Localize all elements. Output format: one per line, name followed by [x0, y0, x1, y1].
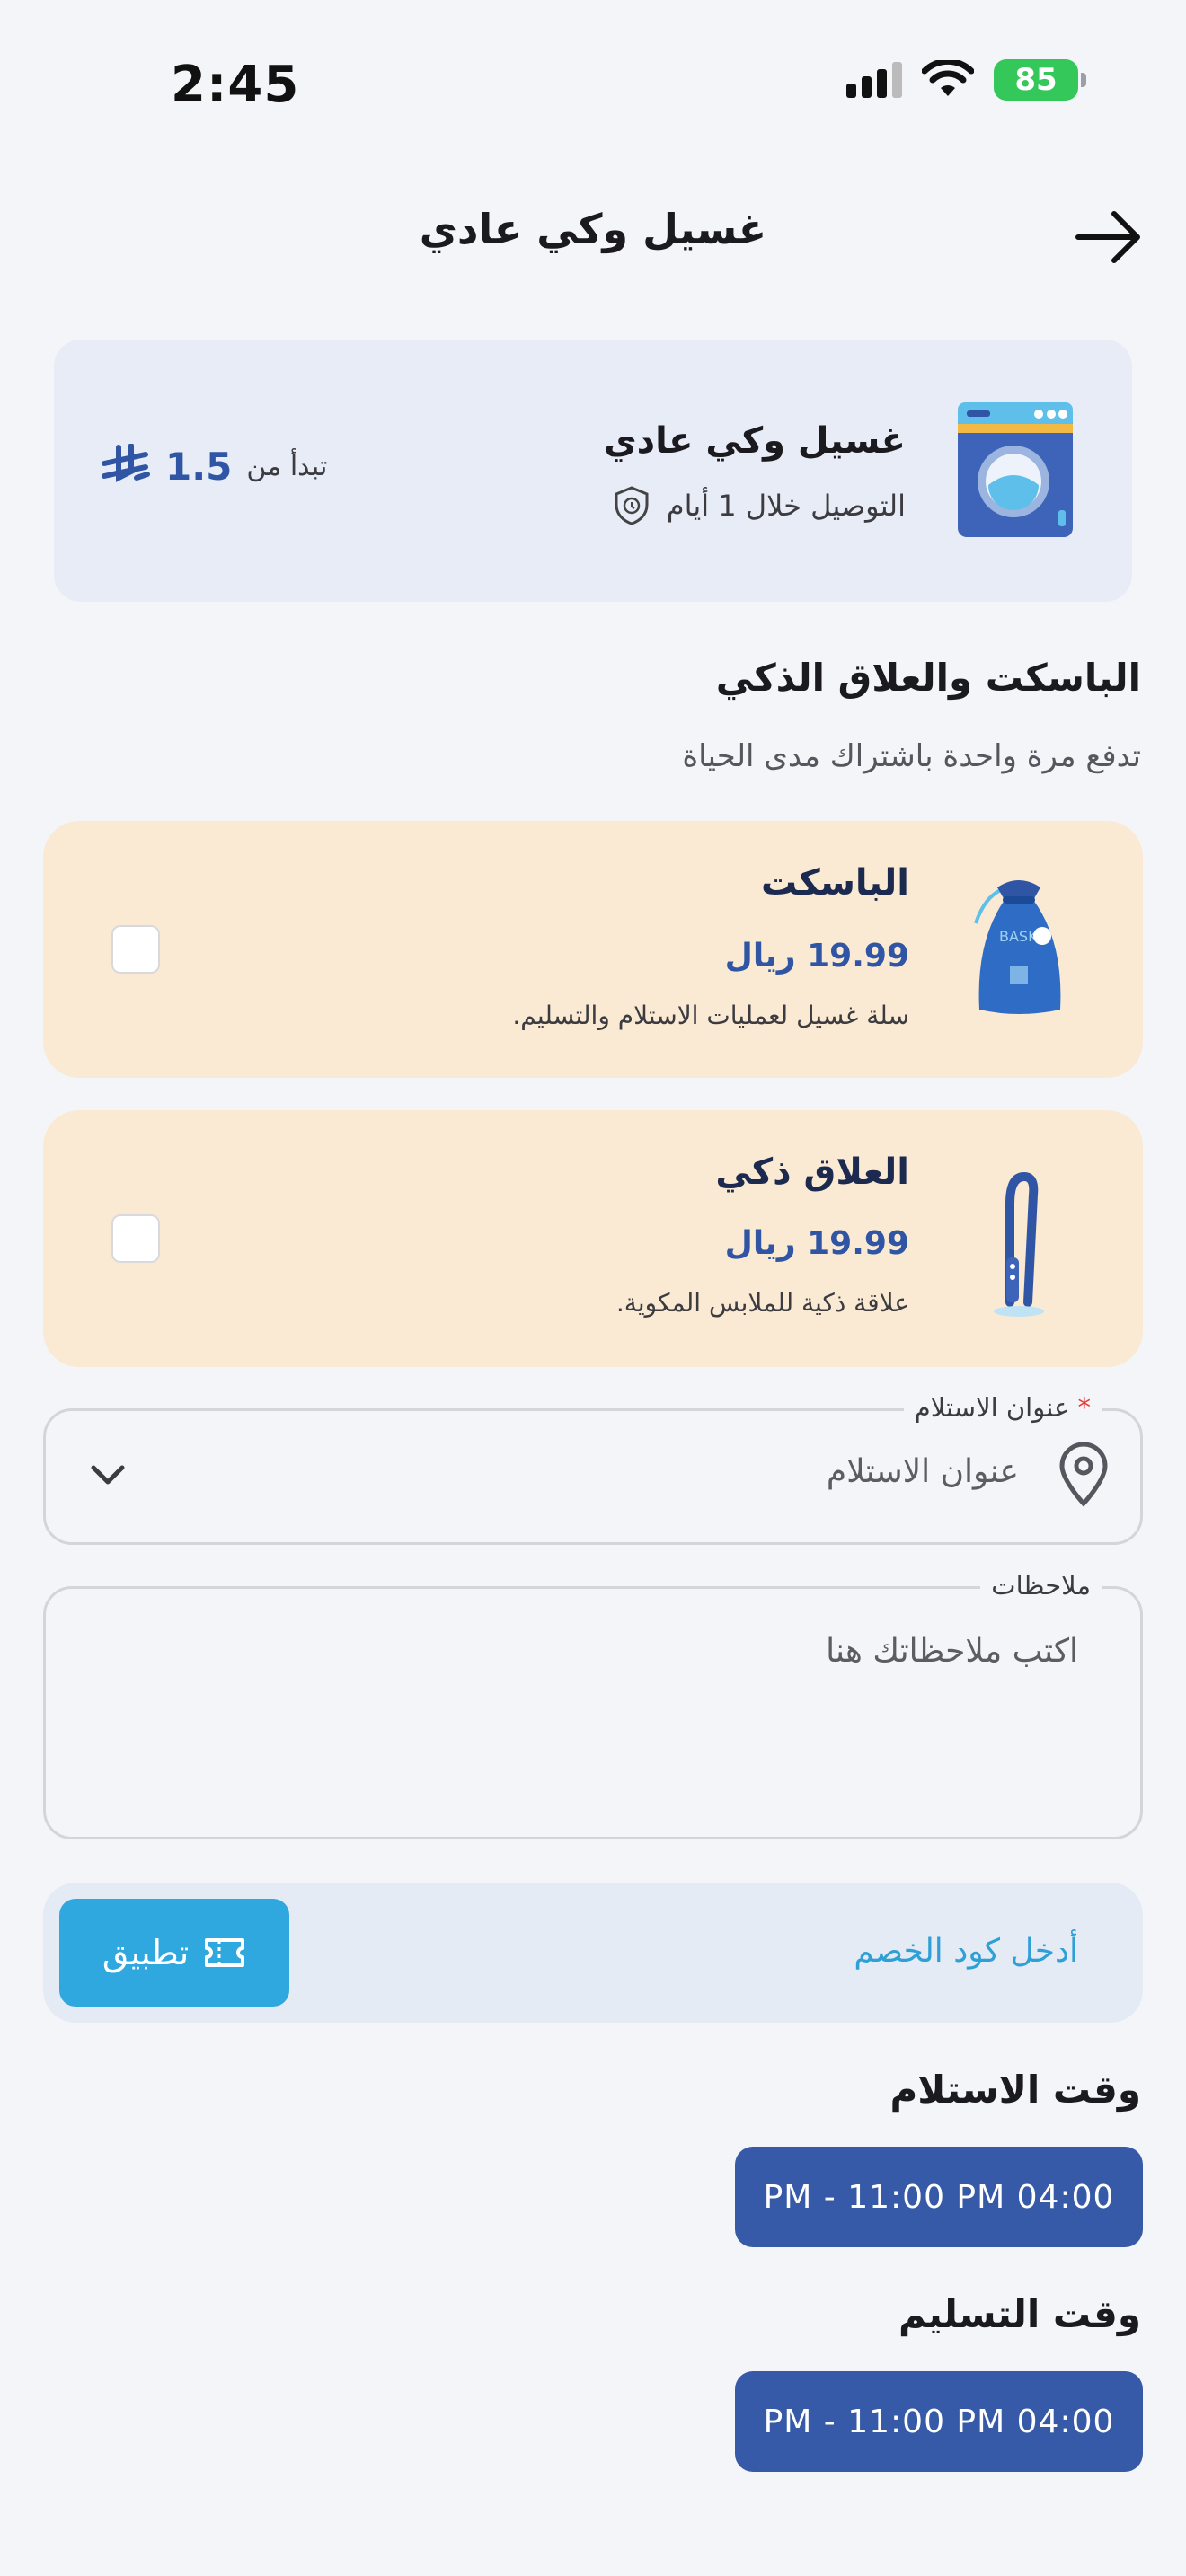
back-arrow-icon[interactable] — [1075, 207, 1143, 268]
product-title: العلاق ذكي — [715, 1151, 909, 1193]
pickup-slot-text: PM - 11:00 PM 04:00 — [763, 2178, 1115, 2216]
apply-discount-button[interactable]: تطبيق — [59, 1899, 289, 2007]
discount-code-input[interactable]: أدخل كود الخصم — [854, 1933, 1078, 1970]
notes-placeholder: اكتب ملاحظاتك هنا — [826, 1633, 1078, 1670]
product-title: الباسكت — [760, 862, 909, 904]
product-price: 19.99 ريال — [724, 1225, 909, 1262]
status-time: 2:45 — [171, 56, 300, 114]
delivery-time-slot[interactable]: PM - 11:00 PM 04:00 — [735, 2371, 1143, 2472]
pickup-time-title: وقت الاستلام — [890, 2068, 1141, 2112]
page-title: غسيل وكي عادي — [419, 205, 767, 253]
basket-bag-icon: BASK — [974, 880, 1061, 1014]
delivery-text: التوصيل خلال 1 أيام — [666, 489, 906, 523]
battery-level: 85 — [1014, 62, 1058, 98]
svg-text:BASK: BASK — [999, 928, 1038, 945]
address-field-label: * عنوان الاستلام — [903, 1392, 1102, 1423]
apply-label: تطبيق — [102, 1933, 190, 1972]
product-card-hanger[interactable] — [43, 1110, 1143, 1367]
delivery-slot-text: PM - 11:00 PM 04:00 — [763, 2403, 1115, 2440]
price-prefix: تبدأ من — [246, 450, 328, 482]
notes-field-label: ملاحظات — [980, 1570, 1102, 1601]
pickup-time-slot[interactable]: PM - 11:00 PM 04:00 — [735, 2147, 1143, 2247]
washing-machine-icon — [958, 402, 1073, 537]
service-name: غسيل وكي عادي — [603, 420, 906, 462]
cellular-signal-icon — [846, 62, 902, 98]
delivery-time-title: وقت التسليم — [898, 2292, 1141, 2336]
battery-icon: 85 — [994, 59, 1086, 101]
ticket-icon — [205, 1938, 245, 1967]
product-description: علاقة ذكية للملابس المكوية. — [615, 1288, 909, 1318]
product-price: 19.99 ريال — [724, 938, 909, 975]
chevron-down-icon[interactable] — [90, 1462, 126, 1487]
price-value: 1.5 — [165, 444, 233, 489]
wifi-icon — [922, 60, 974, 96]
address-label-text: عنوان الاستلام — [914, 1392, 1070, 1423]
section-title: الباسكت والعلاق الذكي — [715, 656, 1141, 700]
section-subtitle: تدفع مرة واحدة باشتراك مدى الحياة — [682, 738, 1141, 774]
status-icons: 85 — [846, 59, 1086, 101]
smart-hanger-icon — [994, 1171, 1044, 1317]
hanger-checkbox[interactable] — [111, 1214, 160, 1263]
delivery-info: التوصيل خلال 1 أيام — [613, 485, 906, 526]
required-mark: * — [1077, 1392, 1092, 1423]
basket-checkbox[interactable] — [111, 925, 160, 974]
price-block: 1.5 تبدأ من — [101, 444, 327, 489]
address-placeholder: عنوان الاستلام — [826, 1453, 1019, 1490]
riyal-currency-icon — [102, 444, 150, 482]
location-pin-icon — [1059, 1442, 1108, 1507]
product-description: سلة غسيل لعمليات الاستلام والتسليم. — [512, 1001, 909, 1030]
notes-textarea[interactable] — [43, 1586, 1143, 1839]
shield-icon — [615, 486, 649, 525]
